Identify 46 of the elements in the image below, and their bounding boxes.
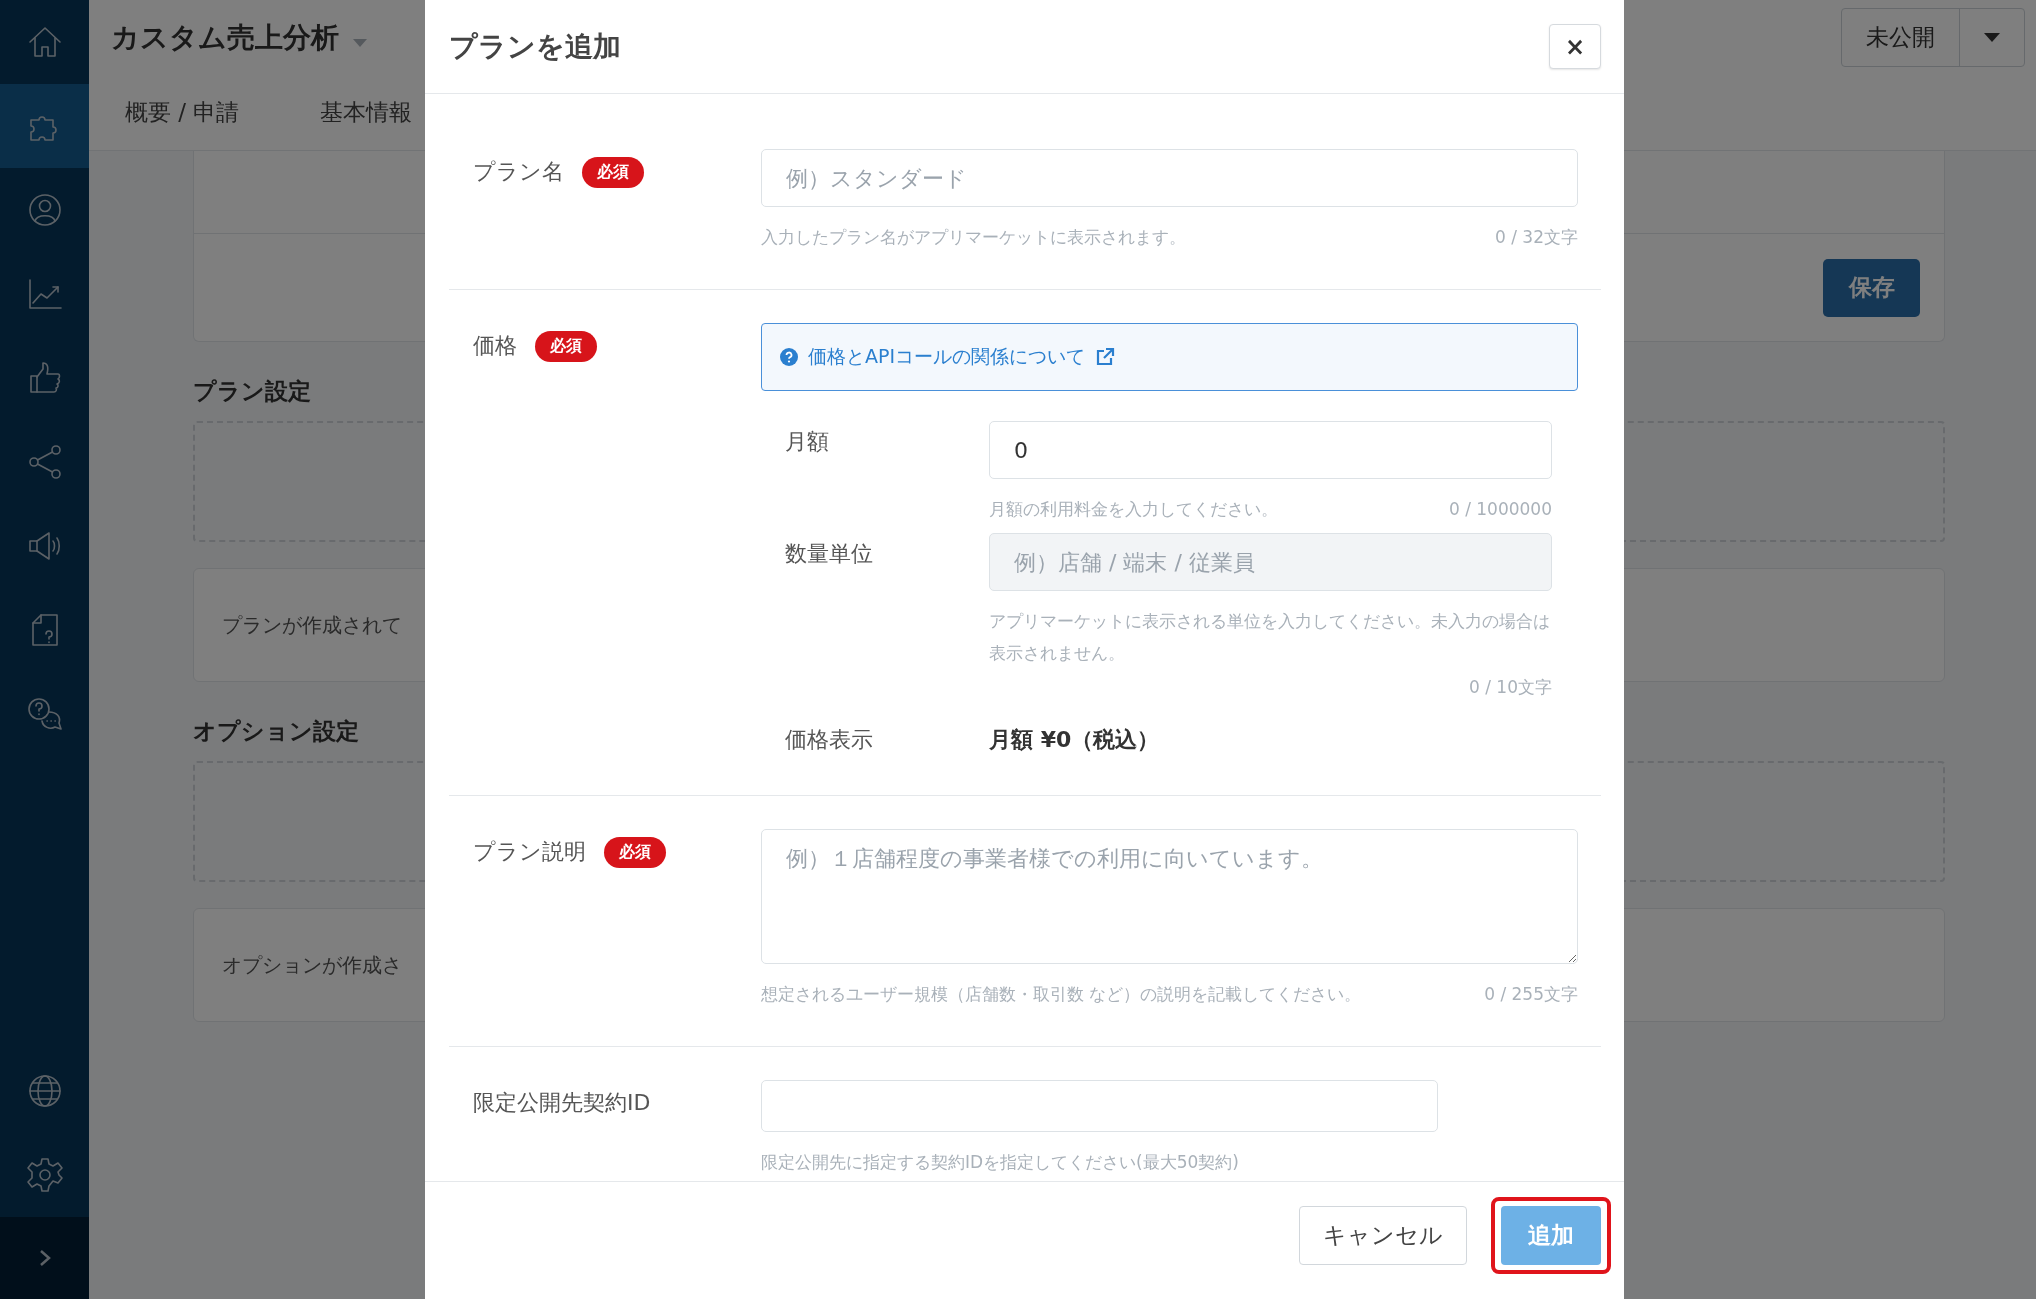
help-text: 月額の利用料金を入力してください。	[989, 498, 1278, 521]
status-label[interactable]: 未公開	[1842, 9, 1960, 66]
required-badge: 必須	[582, 157, 644, 188]
info-link[interactable]: 価格とAPIコールの関係について	[808, 344, 1116, 370]
input-field[interactable]: 0	[989, 421, 1552, 479]
tab[interactable]: 概要 / 申請	[125, 97, 240, 128]
empty-message: プランが作成されて	[222, 611, 402, 639]
required-badge: 必須	[535, 331, 597, 362]
character-counter: 0 / 255文字	[1484, 983, 1578, 1006]
help-text: アプリマーケットに表示される単位を入力してください。未入力の場合は表示されません。	[989, 610, 1551, 665]
section-heading: オプション設定	[193, 717, 359, 746]
sidebar-item[interactable]	[0, 84, 89, 168]
external-link-icon	[1095, 347, 1116, 367]
add-button[interactable]: 追加	[1501, 1206, 1601, 1265]
price-display: 月額 ¥0（税込）	[989, 726, 1161, 754]
caret-icon[interactable]	[353, 38, 367, 47]
caret-icon	[1984, 33, 2000, 42]
character-counter: 0 / 10文字	[1468, 676, 1552, 699]
section-heading: プラン設定	[193, 377, 311, 406]
field-label: プラン名	[473, 158, 564, 186]
input-field[interactable]	[761, 1080, 1438, 1132]
app-title: カスタム売上分析	[111, 19, 339, 56]
input-field[interactable]: 例）スタンダード	[761, 149, 1578, 207]
tab[interactable]: 基本情報	[320, 97, 413, 128]
help-text: 入力したプラン名がアプリマーケットに表示されます。	[761, 226, 1186, 249]
expand-toggle[interactable]	[0, 1217, 89, 1299]
text-area[interactable]: 例）１店舗程度の事業者様での利用に向いています。	[761, 829, 1578, 964]
required-badge: 必須	[604, 837, 666, 868]
field-label: プラン説明	[473, 838, 586, 866]
empty-message: オプションが作成さ	[222, 951, 402, 979]
dialog-title: プランを追加	[449, 28, 621, 65]
character-counter: 0 / 32文字	[1495, 226, 1578, 249]
cancel-button[interactable]: キャンセル	[1299, 1206, 1467, 1265]
character-counter: 0 / 1000000	[1448, 498, 1552, 521]
status-dropdown[interactable]: 未公開	[1841, 8, 2025, 67]
field-label: 価格表示	[785, 726, 874, 754]
close-button[interactable]: ×	[1549, 24, 1601, 69]
field-label: 月額	[785, 428, 830, 456]
field-label: 価格	[473, 332, 517, 360]
help-text: 想定されるユーザー規模（店舗数・取引数 など）の説明を記載してください。	[761, 983, 1362, 1006]
help-text: 限定公開先に指定する契約IDを指定してください(最大50契約)	[761, 1151, 1239, 1174]
gear-icon	[24, 1155, 65, 1195]
field-label: 限定公開先契約ID	[473, 1089, 651, 1117]
save-button[interactable]: 保存	[1823, 258, 1920, 317]
help-icon	[780, 348, 798, 366]
field-label: 数量単位	[785, 540, 874, 568]
